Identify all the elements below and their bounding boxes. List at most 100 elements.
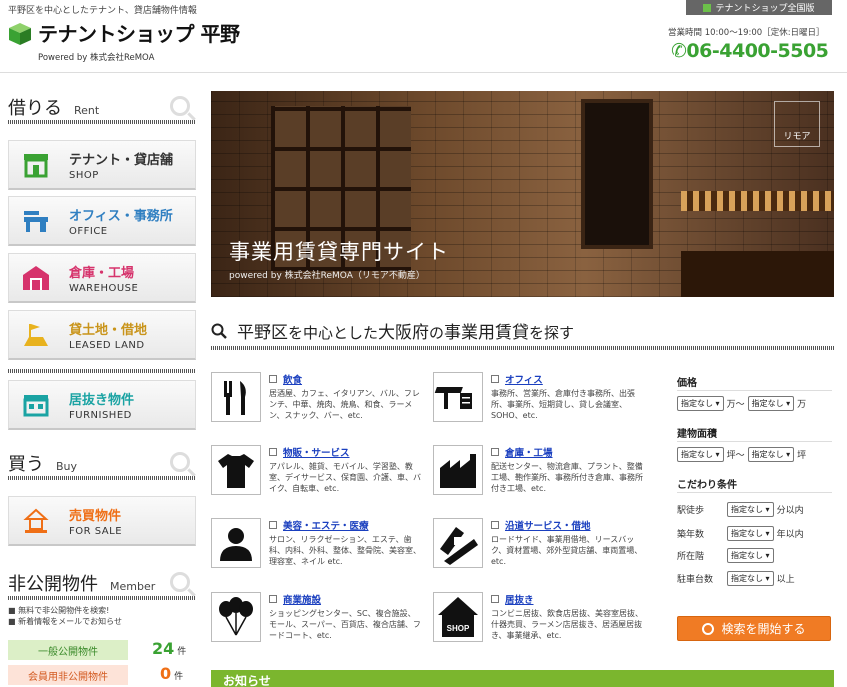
balloon-icon bbox=[211, 592, 261, 642]
category-commercial[interactable]: 商業施設ショッピングセンター、SC、複合施設、モール、スーパー、百貨店、複合店舗… bbox=[211, 592, 421, 654]
category-food[interactable]: 飲食居酒屋、カフェ、イタリアン、バル、フレンチ、中華、焼肉、焼鳥、和食、ラーメン… bbox=[211, 372, 421, 434]
svg-text:SHOP: SHOP bbox=[447, 624, 470, 633]
land-icon bbox=[21, 320, 51, 350]
public-count: 24 件 bbox=[152, 639, 186, 658]
nav-land-label: 貸土地・借地 bbox=[69, 322, 148, 338]
member-note: ■ 無料で非公開物件を検索! bbox=[8, 606, 110, 615]
nav-forsale-en: FOR SALE bbox=[69, 525, 123, 537]
category-commercial-link[interactable]: 商業施設 bbox=[283, 592, 321, 606]
area-unit: 坪 bbox=[797, 451, 807, 461]
age-unit: 年以内 bbox=[776, 530, 804, 540]
hero-banner: リモア 事業用賃貸専門サイト powered by 株式会社ReMOA（リモア不… bbox=[211, 91, 834, 297]
nav-shop-button[interactable]: テナント・貸店舗 SHOP bbox=[8, 140, 196, 190]
floor-select[interactable]: 指定なし bbox=[727, 548, 774, 563]
category-retail-link[interactable]: 物販・サービス bbox=[283, 445, 350, 459]
divider bbox=[677, 492, 832, 493]
area-label: 建物面積 bbox=[677, 429, 717, 440]
category-retail-desc: アパレル、雑貨、モバイル、学習塾、教室、デイサービス、保育園、介護、車、バイク、… bbox=[269, 462, 421, 493]
age-label: 築年数 bbox=[677, 530, 705, 540]
category-beauty-link[interactable]: 美容・エステ・医療 bbox=[283, 518, 369, 532]
rent-heading: 借りる Rent bbox=[8, 94, 196, 120]
hero-counter bbox=[681, 251, 834, 297]
category-roadside[interactable]: 沿道サービス・借地 ロードサイド、事業用借地、リースバック、資材置場、郊外型貸店舗… bbox=[433, 518, 643, 580]
member-heading-en: Member bbox=[110, 580, 156, 593]
category-beauty-checkbox[interactable] bbox=[269, 521, 277, 529]
price-min-select[interactable]: 指定なし bbox=[677, 396, 724, 411]
category-warehouse-link[interactable]: 倉庫・工場 bbox=[505, 445, 553, 459]
member-count-link[interactable]: 会員用非公開物件 bbox=[8, 665, 128, 685]
site-logo[interactable]: テナントショップ 平野 bbox=[8, 22, 240, 46]
phone-icon: ✆ bbox=[671, 40, 687, 62]
category-warehouse-desc: 配送センター、物流倉庫、プラント、整備工場、鞄作業所、事務所付き倉庫、事務所付き… bbox=[491, 462, 643, 493]
shop-icon bbox=[21, 150, 51, 180]
category-retail-checkbox[interactable] bbox=[269, 448, 277, 456]
area-max-select[interactable]: 指定なし bbox=[747, 447, 795, 462]
member-heading-jp: 非公開物件 bbox=[8, 574, 98, 595]
price-max-select[interactable]: 指定なし bbox=[747, 396, 795, 411]
start-search-label: 検索を開始する bbox=[721, 622, 806, 636]
parking-select[interactable]: 指定なし bbox=[727, 571, 774, 586]
start-search-button[interactable]: 検索を開始する bbox=[677, 616, 831, 641]
rent-divider bbox=[8, 120, 196, 124]
hero-title: 事業用賃貸専門サイト bbox=[229, 240, 449, 264]
nav-furnished-label: 居抜き物件 bbox=[69, 392, 135, 408]
brand-name: テナントショップ 平野 bbox=[38, 22, 240, 46]
phone-text: 06-4400-5505 bbox=[686, 40, 829, 62]
tshirt-icon bbox=[211, 445, 261, 495]
walk-select[interactable]: 指定なし bbox=[727, 502, 774, 517]
category-retail[interactable]: 物販・サービスアパレル、雑貨、モバイル、学習塾、教室、デイサービス、保育園、介護… bbox=[211, 445, 421, 507]
powered-by: Powered by 株式会社ReMOA bbox=[38, 53, 155, 63]
search-icon bbox=[170, 572, 190, 592]
hero-door bbox=[581, 99, 653, 249]
nav-land-button[interactable]: 貸土地・借地 LEASED LAND bbox=[8, 310, 196, 360]
office-icon bbox=[21, 206, 51, 236]
national-site-button[interactable]: テナントショップ全国版 bbox=[686, 0, 832, 15]
member-count-value: 0 bbox=[160, 664, 172, 683]
public-count-link[interactable]: 一般公開物件 bbox=[8, 640, 128, 660]
hero-bottle-shelf bbox=[681, 191, 834, 211]
category-beauty[interactable]: 美容・エステ・医療 サロン、リラクゼーション、エステ、歯科、内科、外科、整体、整骨… bbox=[211, 518, 421, 580]
area-separator: 坪～ bbox=[726, 451, 745, 461]
search-icon bbox=[702, 622, 715, 635]
nav-forsale-label: 売買物件 bbox=[69, 508, 122, 524]
nav-warehouse-button[interactable]: 倉庫・工場 WAREHOUSE bbox=[8, 253, 196, 303]
category-warehouse[interactable]: 倉庫・工場配送センター、物流倉庫、プラント、整備工場、鞄作業所、事務所付き倉庫、… bbox=[433, 445, 643, 507]
search-heading: 平野区を中心とした大阪府の事業用賃貸を探す bbox=[211, 318, 574, 343]
category-furnished-desc: コンビニ居抜、飲食店居抜、美容室居抜、什器売買、ラーメン店居抜き、居酒屋居抜き、… bbox=[491, 609, 643, 640]
national-site-label: テナントショップ全国版 bbox=[715, 4, 815, 14]
category-office-checkbox[interactable] bbox=[491, 375, 499, 383]
phone-number[interactable]: ✆06-4400-5505 bbox=[671, 40, 829, 62]
header-divider bbox=[0, 72, 847, 73]
floor-row: 所在階 指定なし bbox=[677, 548, 777, 563]
nav-forsale-button[interactable]: 売買物件 FOR SALE bbox=[8, 496, 196, 546]
category-furnished[interactable]: SHOP 居抜きコンビニ居抜、飲食店居抜、美容室居抜、什器売買、ラーメン店居抜き… bbox=[433, 592, 643, 654]
category-roadside-link[interactable]: 沿道サービス・借地 bbox=[505, 518, 591, 532]
member-divider bbox=[8, 596, 196, 600]
category-furnished-link[interactable]: 居抜き bbox=[505, 592, 534, 606]
category-office[interactable]: オフィス 事務所、営業所、倉庫付き事務所、出張所、事業所、短期貸し、貸し会議室、S… bbox=[433, 372, 643, 434]
nav-land-en: LEASED LAND bbox=[69, 339, 145, 351]
category-roadside-checkbox[interactable] bbox=[491, 521, 499, 529]
category-food-link[interactable]: 飲食 bbox=[283, 372, 302, 386]
category-furnished-checkbox[interactable] bbox=[491, 595, 499, 603]
age-select[interactable]: 指定なし bbox=[727, 526, 774, 541]
walk-row: 駅徒歩 指定なし分以内 bbox=[677, 502, 804, 517]
person-icon bbox=[211, 518, 261, 568]
category-office-link[interactable]: オフィス bbox=[505, 372, 543, 386]
category-commercial-desc: ショッピングセンター、SC、複合施設、モール、スーパー、百貨店、複合店舗、フード… bbox=[269, 609, 421, 640]
category-food-checkbox[interactable] bbox=[269, 375, 277, 383]
heading-area: 平野区 bbox=[237, 323, 288, 343]
search-divider bbox=[211, 346, 834, 350]
category-food-desc: 居酒屋、カフェ、イタリアン、バル、フレンチ、中華、焼肉、焼鳥、和食、ラーメン、ス… bbox=[269, 389, 420, 420]
category-warehouse-checkbox[interactable] bbox=[491, 448, 499, 456]
area-min-select[interactable]: 指定なし bbox=[677, 447, 724, 462]
house-icon bbox=[21, 506, 51, 536]
buy-heading-en: Buy bbox=[56, 460, 78, 473]
rent-heading-en: Rent bbox=[74, 104, 100, 117]
remoa-badge: リモア bbox=[774, 101, 820, 147]
nav-furnished-button[interactable]: 居抜き物件 FURNISHED bbox=[8, 380, 196, 430]
nav-office-button[interactable]: オフィス・事務所 OFFICE bbox=[8, 196, 196, 246]
category-commercial-checkbox[interactable] bbox=[269, 595, 277, 603]
news-heading: お知らせ bbox=[211, 670, 834, 687]
area-row: 指定なし 坪～ 指定なし 坪 bbox=[677, 447, 806, 462]
